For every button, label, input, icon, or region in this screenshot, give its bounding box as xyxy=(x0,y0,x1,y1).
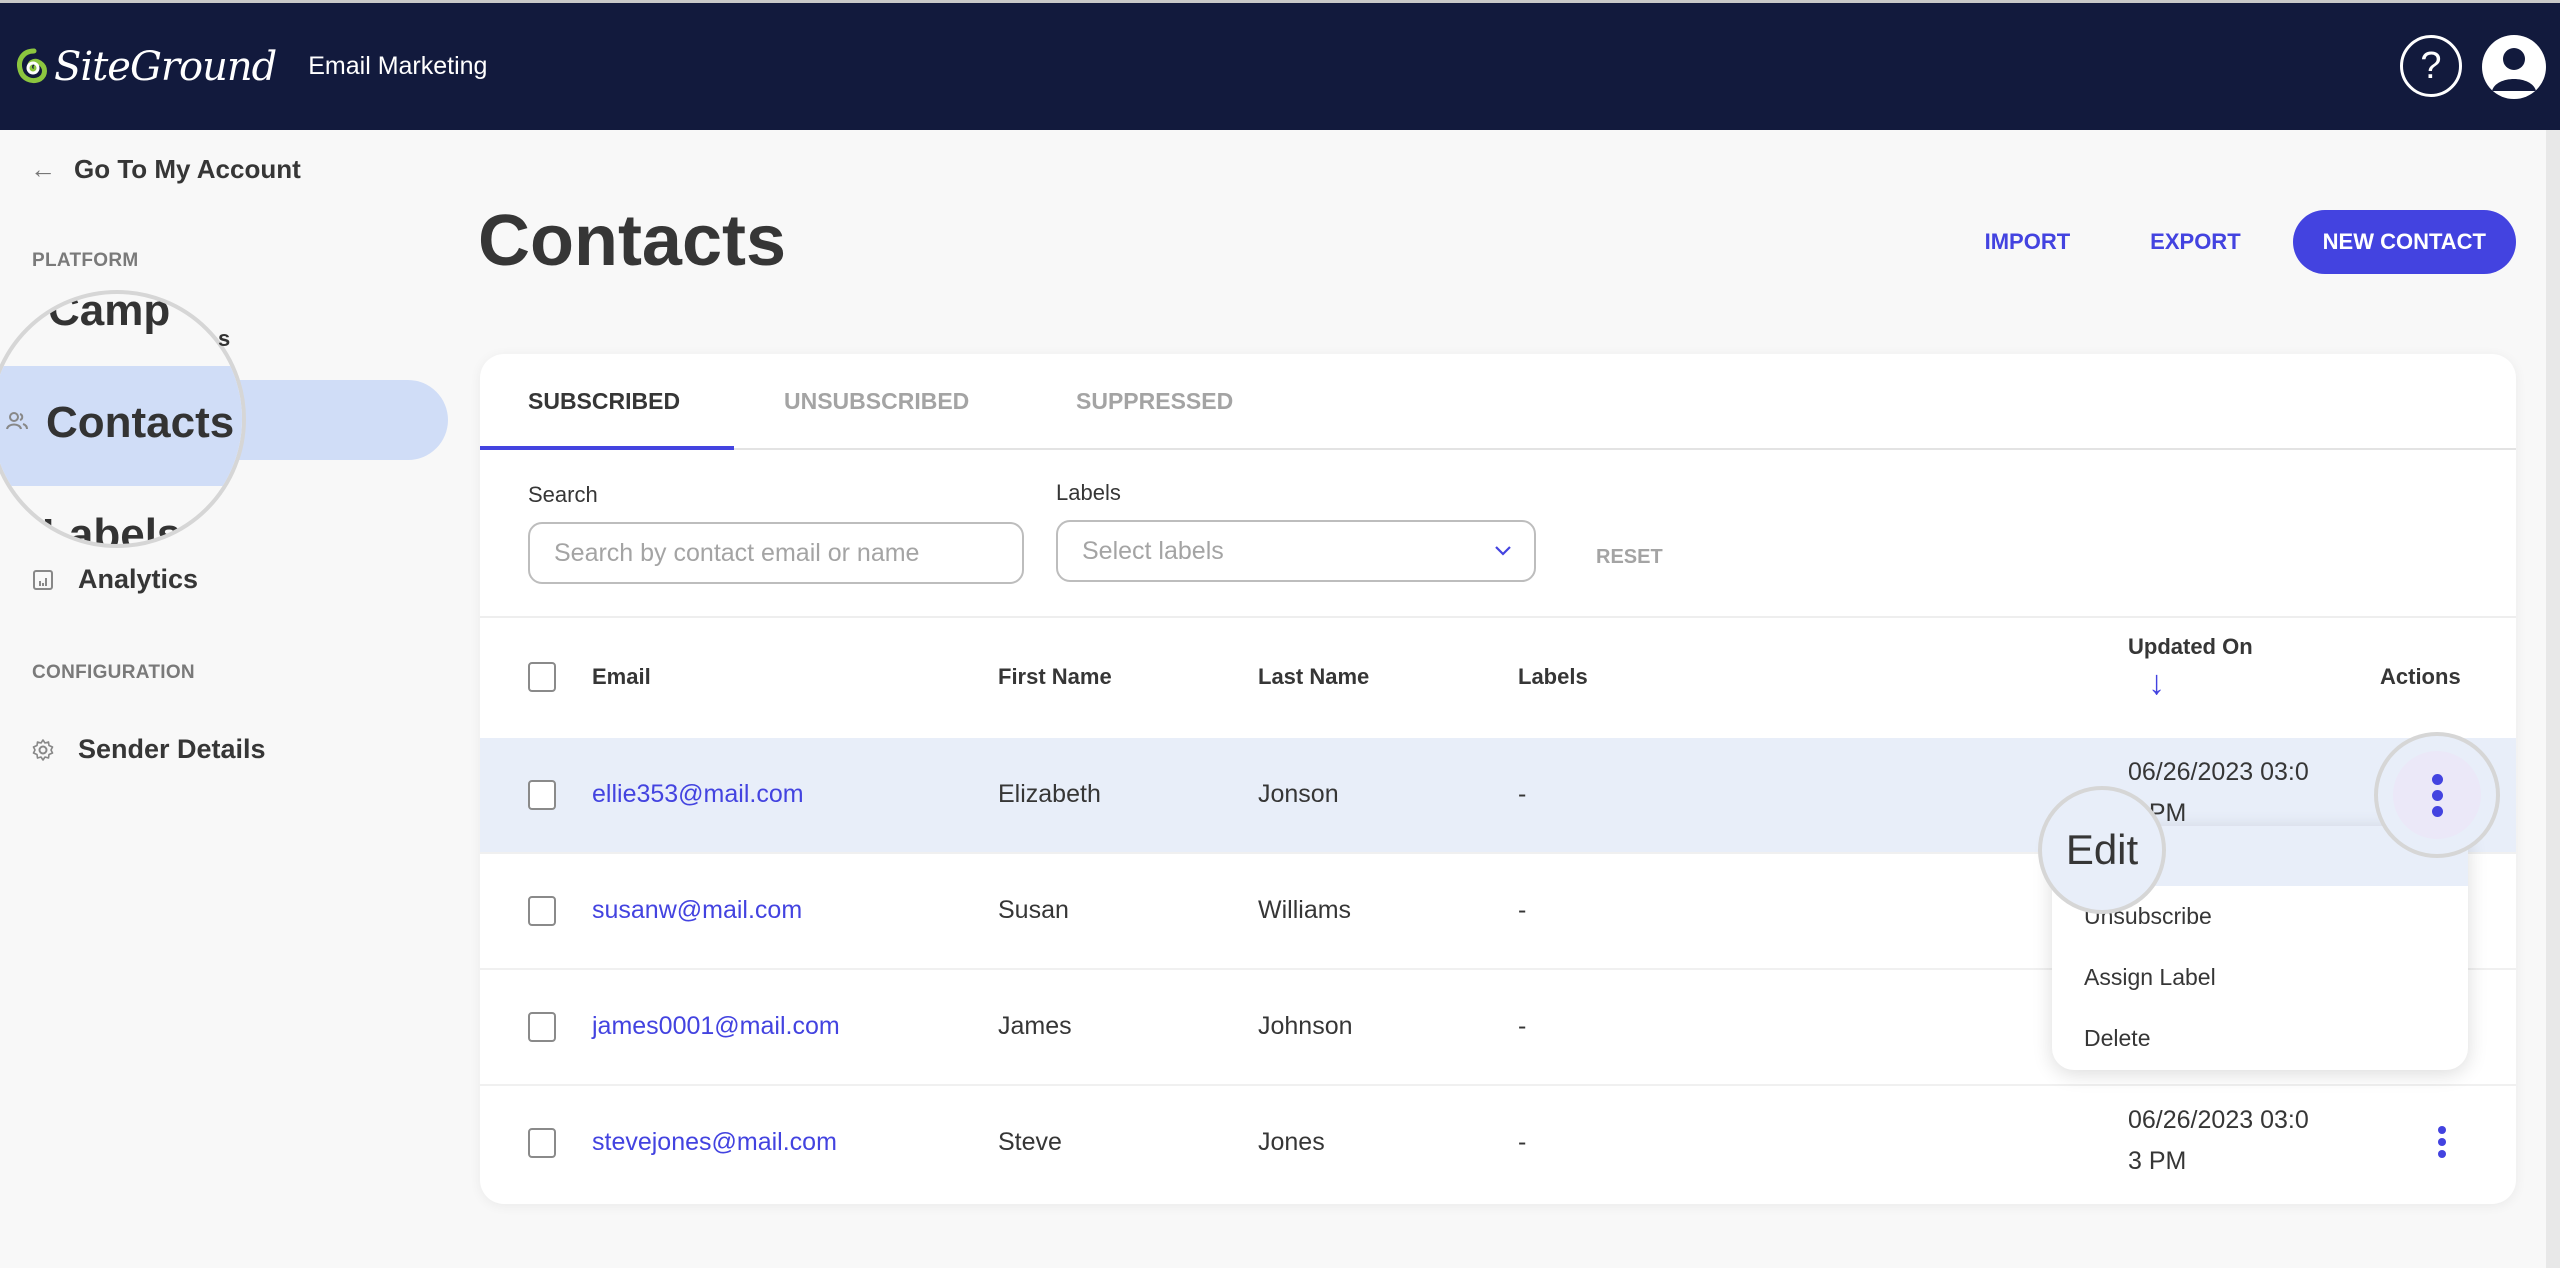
kebab-dot xyxy=(2438,1138,2446,1146)
siteground-logo[interactable]: SiteGround xyxy=(16,43,277,90)
updated-on-line2: 3 PM xyxy=(2128,1147,2187,1175)
column-header-labels[interactable]: Labels xyxy=(1518,664,1588,690)
magnifier-lens: Camp Contacts Labels xyxy=(0,290,246,548)
sidebar-item-sender-details-label: Sender Details xyxy=(78,734,266,764)
arrow-left-icon: ← xyxy=(30,154,56,184)
logo-swirl-icon xyxy=(16,47,52,87)
question-circle-icon: ? xyxy=(2420,44,2442,87)
table-row[interactable]: stevejones@mail.com Steve Jones - 06/26/… xyxy=(480,1086,2516,1202)
first-name-cell: Elizabeth xyxy=(998,780,1101,808)
reset-button[interactable]: RESET xyxy=(1596,546,1663,569)
help-button[interactable]: ? xyxy=(2400,35,2462,97)
sidebar-item-analytics-label: Analytics xyxy=(78,564,199,594)
sidebar-item-sender-details[interactable]: Sender Details xyxy=(32,734,266,765)
column-header-last-name[interactable]: Last Name xyxy=(1258,664,1369,690)
search-placeholder: Search by contact email or name xyxy=(554,538,920,567)
first-name-cell: Steve xyxy=(998,1128,1062,1156)
contacts-icon xyxy=(6,412,28,435)
column-header-actions: Actions xyxy=(2380,664,2461,689)
row-actions-button-magnified[interactable] xyxy=(2374,732,2500,858)
go-to-my-account-link[interactable]: ← Go To My Account xyxy=(30,154,301,185)
labels-cell: - xyxy=(1518,896,1527,924)
tab-subscribed[interactable]: SUBSCRIBED xyxy=(528,388,680,415)
last-name-cell: Johnson xyxy=(1258,1012,1353,1040)
page-actions: IMPORT EXPORT NEW CONTACT xyxy=(1985,210,2516,274)
updated-on-line1: 06/26/2023 03:0 xyxy=(2128,758,2309,786)
sidebar-item-labels-label[interactable]: Labels xyxy=(42,510,181,544)
labels-cell: - xyxy=(1518,1128,1527,1156)
sidebar-item-contacts-label: Contacts xyxy=(46,398,235,447)
row-checkbox[interactable] xyxy=(528,1128,556,1158)
first-name-cell: James xyxy=(998,1012,1072,1040)
edit-magnifier-lens[interactable]: Edit xyxy=(2038,786,2166,914)
sidebar: ← Go To My Account PLATFORM Camp Contact… xyxy=(0,130,460,1268)
import-button[interactable]: IMPORT xyxy=(1985,229,2071,255)
menu-item-assign-label[interactable]: Assign Label xyxy=(2052,947,2468,1007)
chevron-down-icon xyxy=(1494,540,1512,563)
labels-select-placeholder: Select labels xyxy=(1082,536,1224,565)
divider xyxy=(480,616,2516,618)
new-contact-button[interactable]: NEW CONTACT xyxy=(2292,210,2516,274)
row-checkbox[interactable] xyxy=(528,780,556,810)
labels-select[interactable]: Select labels xyxy=(1056,520,1536,582)
select-all-checkbox[interactable] xyxy=(528,662,556,692)
row-checkbox[interactable] xyxy=(528,896,556,926)
user-avatar-button[interactable] xyxy=(2482,35,2546,99)
labels-filter-label: Labels xyxy=(1056,480,1121,505)
sidebar-item-campaigns-label[interactable]: Camp xyxy=(48,294,170,336)
gear-icon xyxy=(32,738,54,761)
search-label: Search xyxy=(528,482,598,507)
sort-descending-icon[interactable]: ↓ xyxy=(2148,664,2165,703)
column-header-email[interactable]: Email xyxy=(592,664,651,690)
contact-email-link[interactable]: james0001@mail.com xyxy=(592,1012,840,1041)
updated-on-cell: 06/26/2023 03:0 3 PM xyxy=(2128,1100,2348,1182)
kebab-dot xyxy=(2438,1150,2446,1158)
page-scrollbar[interactable] xyxy=(2546,130,2560,1268)
section-label-configuration: CONFIGURATION xyxy=(32,662,195,683)
user-avatar-icon xyxy=(2492,48,2536,91)
kebab-dot xyxy=(2438,1126,2446,1134)
row-actions-button[interactable] xyxy=(2432,1126,2452,1158)
menu-item-delete[interactable]: Delete xyxy=(2052,1008,2468,1068)
contacts-card: SUBSCRIBED UNSUBSCRIBED SUPPRESSED Searc… xyxy=(480,354,2516,1204)
chart-icon xyxy=(32,569,54,591)
labels-cell: - xyxy=(1518,1012,1527,1040)
menu-item-edit-label: Edit xyxy=(2065,826,2139,873)
labels-cell: - xyxy=(1518,780,1527,808)
top-navigation-bar: SiteGround Email Marketing ? xyxy=(0,0,2560,130)
last-name-cell: Williams xyxy=(1258,896,1352,924)
page-title: Contacts xyxy=(478,201,787,281)
search-input[interactable]: Search by contact email or name xyxy=(528,522,1024,584)
product-name: Email Marketing xyxy=(308,52,488,80)
contact-email-link[interactable]: ellie353@mail.com xyxy=(592,780,804,809)
section-label-platform: PLATFORM xyxy=(32,250,139,271)
sidebar-item-analytics[interactable]: Analytics xyxy=(32,564,198,595)
tab-suppressed[interactable]: SUPPRESSED xyxy=(1076,388,1233,415)
column-header-updated-on[interactable]: Updated On xyxy=(2128,634,2253,660)
brand-name: SiteGround xyxy=(54,43,277,90)
active-tab-indicator xyxy=(480,446,734,450)
back-link-label: Go To My Account xyxy=(74,154,301,184)
updated-on-cell: 06/26/2023 03:0 3 PM xyxy=(2128,752,2348,834)
contact-email-link[interactable]: susanw@mail.com xyxy=(592,896,802,925)
kebab-hover-bg xyxy=(2393,751,2481,839)
export-button[interactable]: EXPORT xyxy=(2150,229,2240,255)
updated-on-line1: 06/26/2023 03:0 xyxy=(2128,1106,2309,1134)
column-header-first-name[interactable]: First Name xyxy=(998,664,1112,690)
last-name-cell: Jones xyxy=(1258,1128,1325,1156)
tab-unsubscribed[interactable]: UNSUBSCRIBED xyxy=(784,388,969,415)
tab-bar: SUBSCRIBED UNSUBSCRIBED SUPPRESSED xyxy=(480,354,2516,450)
campaigns-label-tail: s xyxy=(218,326,231,351)
contact-email-link[interactable]: stevejones@mail.com xyxy=(592,1128,837,1157)
row-checkbox[interactable] xyxy=(528,1012,556,1042)
kebab-menu-icon xyxy=(2431,773,2443,817)
first-name-cell: Susan xyxy=(998,896,1069,924)
last-name-cell: Jonson xyxy=(1258,780,1339,808)
